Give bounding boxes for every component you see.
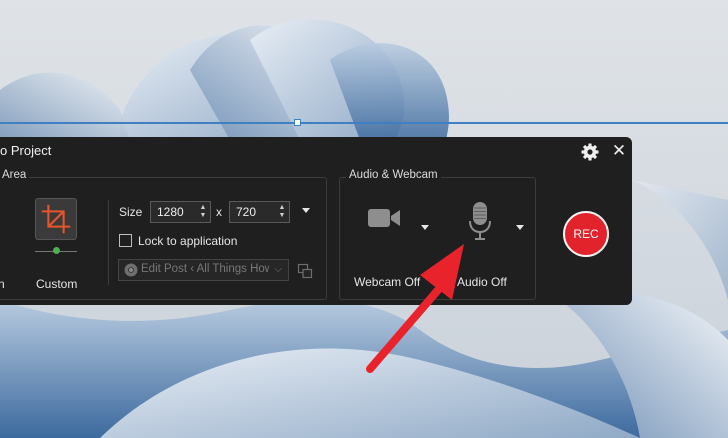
gear-icon[interactable] [580, 142, 600, 162]
application-dropdown-value: Edit Post ‹ All Things How [141, 263, 269, 275]
resolution-dropdown-arrow[interactable] [302, 208, 310, 213]
lock-to-application-label[interactable]: Lock to application [138, 234, 237, 248]
window-title: o Project [0, 143, 52, 158]
height-stepper[interactable]: ▲ ▼ [277, 204, 287, 220]
lock-to-application-checkbox[interactable] [119, 234, 132, 247]
area-slider-knob[interactable] [53, 247, 60, 254]
times-label: x [216, 205, 222, 219]
webcam-icon[interactable] [367, 207, 401, 229]
microphone-icon[interactable] [467, 201, 493, 241]
window-select-icon[interactable] [297, 263, 313, 279]
chevron-down-icon: ⌵ [274, 264, 282, 275]
close-button[interactable]: ✕ [609, 141, 629, 161]
width-input[interactable]: 1280 ▲ ▼ [150, 201, 211, 223]
height-input[interactable]: 720 ▲ ▼ [229, 201, 290, 223]
rec-button[interactable]: REC [563, 211, 609, 257]
webcam-off-label: Webcam Off [354, 275, 421, 289]
webcam-dropdown-arrow[interactable] [421, 225, 429, 230]
selection-resize-handle[interactable] [294, 119, 301, 126]
application-dropdown[interactable]: Edit Post ‹ All Things How ⌵ [118, 259, 289, 281]
screen-area-group-label: Area [0, 169, 30, 181]
height-value: 720 [236, 205, 257, 219]
selection-border-line[interactable] [0, 122, 728, 124]
audio-webcam-group-label: Audio & Webcam [346, 169, 441, 181]
divider [108, 200, 109, 285]
chrome-icon [124, 263, 138, 277]
width-value: 1280 [157, 205, 184, 219]
recorder-panel: o Project ✕ Area Custom n Size 1280 ▲ ▼ … [0, 137, 632, 305]
size-label: Size [119, 205, 143, 219]
audio-off-label: Audio Off [457, 275, 507, 289]
width-stepper[interactable]: ▲ ▼ [198, 204, 208, 220]
audio-dropdown-arrow[interactable] [516, 225, 524, 230]
crop-icon [41, 204, 71, 234]
partial-mode-label: n [0, 277, 5, 291]
custom-area-button[interactable] [35, 198, 77, 240]
custom-label: Custom [36, 277, 78, 291]
